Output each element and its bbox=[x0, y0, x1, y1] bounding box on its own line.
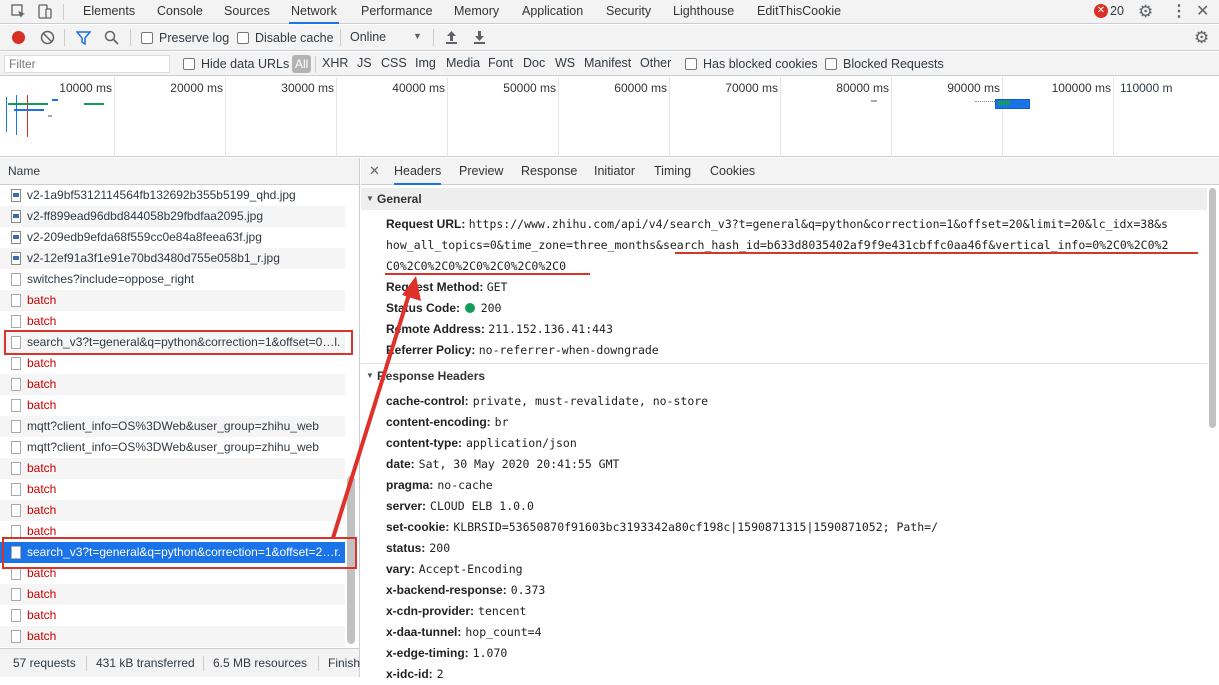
annotation-arrow-head bbox=[402, 276, 421, 301]
annotation-arrow-line bbox=[331, 287, 413, 539]
annotation-overlay bbox=[331, 252, 1198, 539]
